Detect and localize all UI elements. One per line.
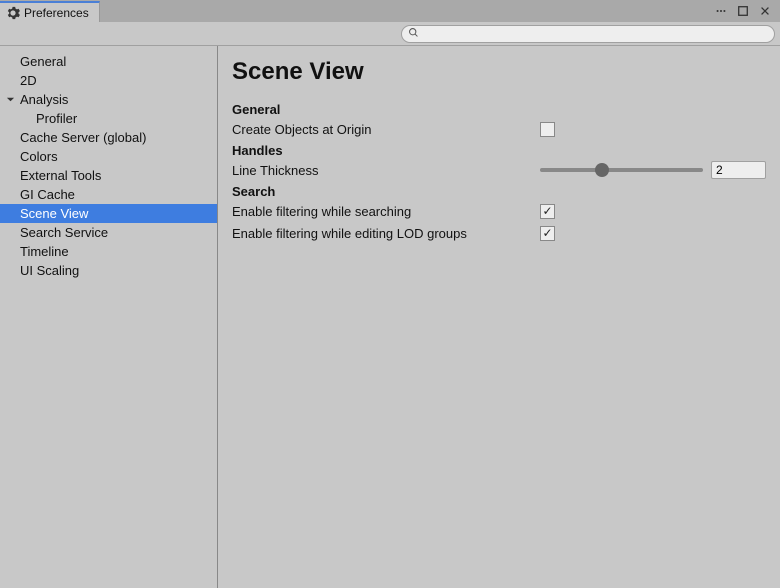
field-label: Create Objects at Origin [232, 122, 540, 137]
sidebar-item-external-tools[interactable]: External Tools [0, 166, 217, 185]
sidebar-item-search-service[interactable]: Search Service [0, 223, 217, 242]
sidebar-item-label: Analysis [20, 92, 68, 107]
chevron-down-icon [6, 95, 15, 104]
search-field[interactable] [401, 25, 775, 43]
sidebar-item-label: External Tools [20, 168, 101, 183]
close-icon[interactable] [758, 4, 772, 18]
sidebar-item-ui-scaling[interactable]: UI Scaling [0, 261, 217, 280]
sidebar-item-label: Profiler [36, 111, 77, 126]
sidebar-item-label: GI Cache [20, 187, 75, 202]
window-menu-icon[interactable] [714, 4, 728, 18]
sidebar-item-label: Colors [20, 149, 58, 164]
section-heading-search: Search [232, 184, 766, 199]
sidebar-item-label: Search Service [20, 225, 108, 240]
sidebar-item-2d[interactable]: 2D [0, 71, 217, 90]
sidebar-item-label: Scene View [20, 206, 88, 221]
field-label: Enable filtering while searching [232, 204, 540, 219]
sidebar-item-gi-cache[interactable]: GI Cache [0, 185, 217, 204]
slider-thumb[interactable] [595, 163, 609, 177]
preferences-content: Scene View General Create Objects at Ori… [218, 46, 780, 588]
section-heading-general: General [232, 102, 766, 117]
sidebar-item-profiler[interactable]: Profiler [0, 109, 217, 128]
preferences-sidebar: General 2D Analysis Profiler Cache Serve… [0, 46, 218, 588]
filter-searching-checkbox[interactable] [540, 204, 555, 219]
search-icon [408, 26, 419, 41]
page-title: Scene View [232, 58, 766, 86]
filter-lod-checkbox[interactable] [540, 226, 555, 241]
section-heading-handles: Handles [232, 143, 766, 158]
toolbar [0, 22, 780, 46]
create-at-origin-checkbox[interactable] [540, 122, 555, 137]
sidebar-item-label: UI Scaling [20, 263, 79, 278]
field-label: Line Thickness [232, 163, 540, 178]
preferences-tab[interactable]: Preferences [0, 1, 100, 22]
sidebar-item-colors[interactable]: Colors [0, 147, 217, 166]
main: General 2D Analysis Profiler Cache Serve… [0, 46, 780, 588]
field-create-at-origin: Create Objects at Origin [232, 119, 766, 139]
maximize-icon[interactable] [736, 4, 750, 18]
sidebar-item-label: Cache Server (global) [20, 130, 146, 145]
sidebar-item-scene-view[interactable]: Scene View [0, 204, 217, 223]
line-thickness-slider[interactable] [540, 168, 703, 172]
field-filter-searching: Enable filtering while searching [232, 201, 766, 221]
gear-icon [6, 6, 20, 20]
field-label: Enable filtering while editing LOD group… [232, 226, 540, 241]
sidebar-item-cache-server[interactable]: Cache Server (global) [0, 128, 217, 147]
sidebar-item-label: General [20, 54, 66, 69]
sidebar-item-label: 2D [20, 73, 37, 88]
titlebar: Preferences [0, 0, 780, 22]
sidebar-item-analysis[interactable]: Analysis [0, 90, 217, 109]
line-thickness-input[interactable] [711, 161, 766, 179]
field-filter-lod: Enable filtering while editing LOD group… [232, 223, 766, 243]
window-buttons [714, 0, 780, 22]
sidebar-item-timeline[interactable]: Timeline [0, 242, 217, 261]
sidebar-item-label: Timeline [20, 244, 69, 259]
sidebar-item-general[interactable]: General [0, 52, 217, 71]
tab-title: Preferences [24, 6, 89, 20]
search-input[interactable] [423, 26, 768, 42]
field-line-thickness: Line Thickness [232, 160, 766, 180]
